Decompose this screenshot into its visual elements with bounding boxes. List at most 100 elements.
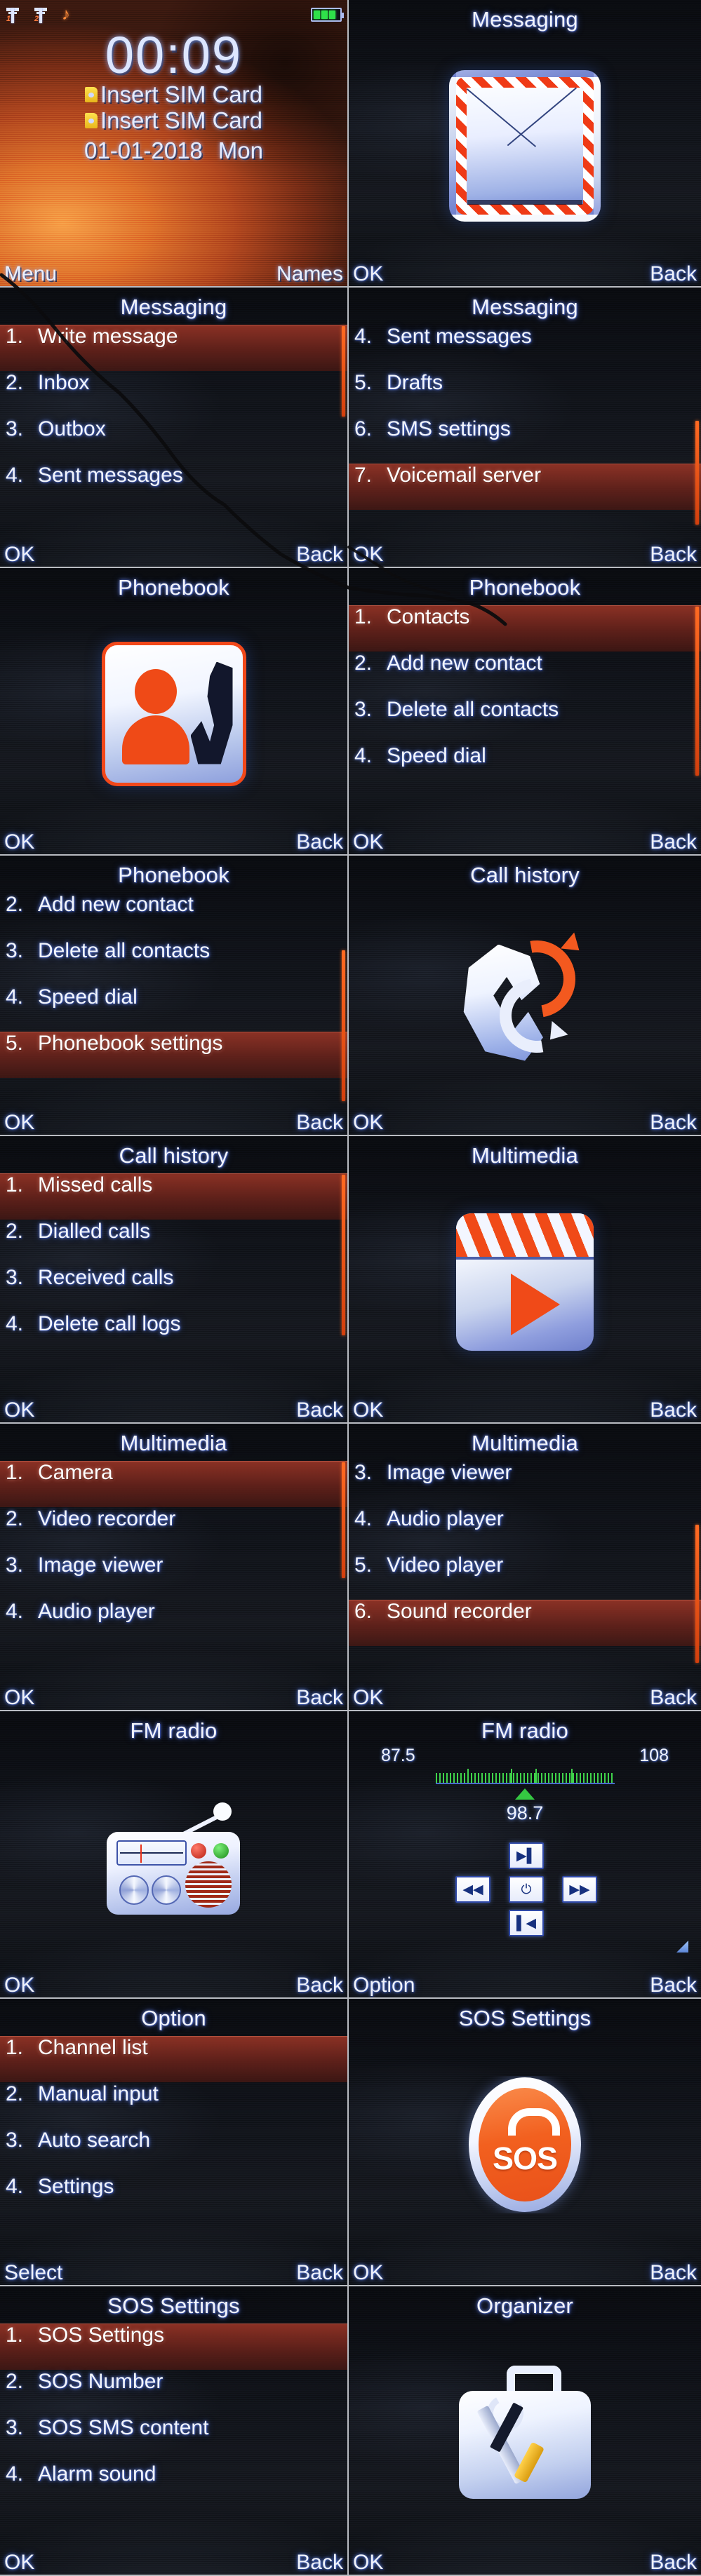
menu-item[interactable]: 2. Dialled calls xyxy=(0,1220,347,1266)
menu-item[interactable]: 3. Auto search xyxy=(0,2129,347,2175)
menu-item[interactable]: 4. Audio player xyxy=(349,1507,701,1553)
softkey-left[interactable]: OK xyxy=(353,1687,383,1708)
app-icon-area[interactable] xyxy=(349,1171,701,1393)
menu-item-selected[interactable]: 1. Channel list xyxy=(0,2036,347,2082)
menu-item-selected[interactable]: 1. Camera xyxy=(0,1461,347,1507)
menu-item[interactable]: 4. Settings xyxy=(0,2175,347,2221)
softkey-left[interactable]: OK xyxy=(4,832,34,853)
menu-item-selected[interactable]: 6. Sound recorder xyxy=(349,1600,701,1646)
softkey-left[interactable]: OK xyxy=(4,2552,34,2573)
menu-item[interactable]: 3. SOS SMS content xyxy=(0,2416,347,2462)
menu-item[interactable]: 3. Received calls xyxy=(0,1266,347,1312)
menu-item[interactable]: 3. Delete all contacts xyxy=(349,698,701,744)
softkey-right[interactable]: Back xyxy=(650,832,697,853)
menu-item[interactable]: 2. Inbox xyxy=(0,371,347,417)
menu-item-selected[interactable]: 5. Phonebook settings xyxy=(0,1032,347,1078)
menu-item[interactable]: 3. Outbox xyxy=(0,417,347,464)
softkey-right[interactable]: Back xyxy=(296,1975,343,1996)
app-icon-area[interactable] xyxy=(349,890,701,1105)
softkey-left[interactable]: OK xyxy=(4,1400,34,1421)
softkey-left[interactable]: OK xyxy=(353,2552,383,2573)
rewind-icon[interactable]: ◀◀ xyxy=(455,1876,490,1903)
menu-item[interactable]: 2. SOS Number xyxy=(0,2370,347,2416)
softkey-left[interactable]: Select xyxy=(4,2263,62,2284)
menu-item[interactable]: 2. Add new contact xyxy=(349,652,701,698)
menu-item[interactable]: 3. Image viewer xyxy=(0,1553,347,1600)
power-icon[interactable]: ⏻ xyxy=(509,1876,544,1903)
signal-sim2-icon: 2 xyxy=(34,6,48,23)
app-icon-area[interactable]: SOS xyxy=(349,2033,701,2255)
softkey-right[interactable]: Back xyxy=(296,1400,343,1421)
menu-item[interactable]: 4. Alarm sound xyxy=(0,2462,347,2509)
home-screen[interactable]: 1 2 ♪ 00:09 Insert SIM Card Insert SIM C… xyxy=(0,0,349,288)
call-history-icon xyxy=(456,929,594,1067)
menu-item-selected[interactable]: 1. SOS Settings xyxy=(0,2324,347,2370)
softkey-right[interactable]: Back xyxy=(296,2552,343,2573)
softkey-left[interactable]: OK xyxy=(353,1400,383,1421)
softkey-right[interactable]: Back xyxy=(650,1687,697,1708)
menu-item[interactable]: 3. Image viewer xyxy=(349,1461,701,1507)
app-icon-area[interactable] xyxy=(0,602,347,825)
menu-item-selected[interactable]: 1. Contacts xyxy=(349,605,701,652)
softkey-left[interactable]: OK xyxy=(4,1975,34,1996)
softkey-left[interactable]: OK xyxy=(353,2263,383,2284)
softkey-left[interactable]: OK xyxy=(4,544,34,565)
softkey-names[interactable]: Names xyxy=(276,264,343,285)
menu-scrollbar[interactable] xyxy=(342,950,345,1101)
softkey-left[interactable]: OK xyxy=(353,1112,383,1133)
menu-item-selected[interactable]: 1. Write message xyxy=(0,325,347,371)
menu-scrollbar[interactable] xyxy=(695,607,699,776)
softkey-right[interactable]: Back xyxy=(650,264,697,285)
menu-item[interactable]: 2. Add new contact xyxy=(0,893,347,939)
menu-item-number: 2. xyxy=(6,1220,24,1243)
menu-scrollbar[interactable] xyxy=(342,326,345,417)
softkey-right[interactable]: Back xyxy=(650,1112,697,1133)
fm-band-tick xyxy=(510,1769,512,1783)
softkey-left[interactable]: OK xyxy=(353,264,383,285)
menu-item[interactable]: 5. Video player xyxy=(349,1553,701,1600)
menu-item[interactable]: 6. SMS settings xyxy=(349,417,701,464)
menu-item[interactable]: 5. Drafts xyxy=(349,371,701,417)
app-icon-area[interactable] xyxy=(349,2321,701,2545)
softkey-right[interactable]: Back xyxy=(650,1975,697,1996)
menu-scrollbar[interactable] xyxy=(342,1462,345,1579)
menu-item[interactable]: 4. Audio player xyxy=(0,1600,347,1646)
softkey-right[interactable]: Back xyxy=(296,544,343,565)
menu-item[interactable]: 4. Speed dial xyxy=(0,985,347,1032)
softkey-right[interactable]: Back xyxy=(296,1687,343,1708)
menu-item[interactable]: 4. Delete call logs xyxy=(0,1312,347,1358)
softkey-left[interactable]: Option xyxy=(353,1975,415,1996)
menu-item[interactable]: 3. Delete all contacts xyxy=(0,939,347,985)
menu-item[interactable]: 4. Speed dial xyxy=(349,744,701,790)
softkey-left[interactable]: OK xyxy=(4,1687,34,1708)
app-icon-area[interactable] xyxy=(0,1746,347,1968)
next-track-icon[interactable]: ▶▌ xyxy=(509,1842,544,1869)
menu-item[interactable]: 4. Sent messages xyxy=(0,464,347,510)
softkey-menu[interactable]: Menu xyxy=(4,264,57,285)
softkey-right[interactable]: Back xyxy=(650,1400,697,1421)
softkey-right[interactable]: Back xyxy=(296,1112,343,1133)
menu-item-selected[interactable]: 7. Voicemail server xyxy=(349,464,701,510)
fast-forward-icon[interactable]: ▶▶ xyxy=(562,1876,597,1903)
menu-scrollbar[interactable] xyxy=(342,1175,345,1335)
menu-item[interactable]: 4. Sent messages xyxy=(349,325,701,371)
previous-track-icon[interactable]: ▌◀ xyxy=(509,1910,544,1936)
menu-item[interactable]: 2. Manual input xyxy=(0,2082,347,2129)
softkey-left[interactable]: OK xyxy=(353,832,383,853)
menu-scrollbar[interactable] xyxy=(695,1525,699,1663)
menu-item-selected[interactable]: 1. Missed calls xyxy=(0,1173,347,1220)
softkey-right[interactable]: Back xyxy=(296,832,343,853)
softkey-right[interactable]: Back xyxy=(650,2552,697,2573)
fm-band-max: 108 xyxy=(639,1746,669,1765)
softkey-right[interactable]: Back xyxy=(296,2263,343,2284)
menu-item[interactable]: 2. Video recorder xyxy=(0,1507,347,1553)
menu-item-number: 7. xyxy=(354,464,373,487)
menu-item-label: Outbox xyxy=(38,417,106,440)
softkey-right[interactable]: Back xyxy=(650,544,697,565)
fm-band-scale[interactable] xyxy=(435,1769,615,1784)
softkey-left[interactable]: OK xyxy=(4,1112,34,1133)
menu-scrollbar[interactable] xyxy=(695,421,699,525)
softkey-left[interactable]: OK xyxy=(353,544,383,565)
softkey-right[interactable]: Back xyxy=(650,2263,697,2284)
app-icon-area[interactable] xyxy=(349,34,701,257)
